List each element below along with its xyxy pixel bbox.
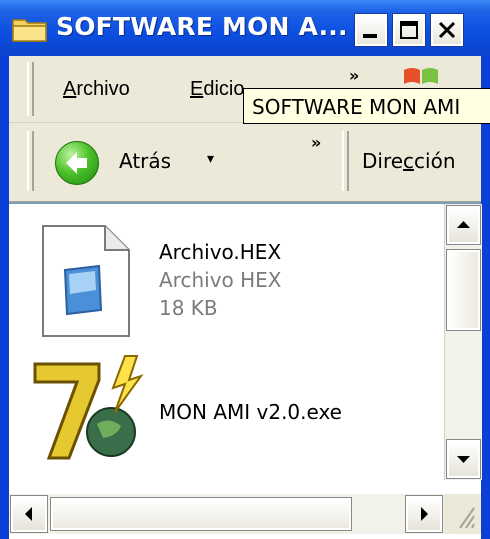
explorer-window: SOFTWARE MON A... Archivo Edicio » Atrás… <box>0 0 490 539</box>
arrow-left-icon <box>25 507 32 521</box>
client-area: Archivo Edicio » Atrás ▾ » Dirección Arc… <box>9 56 482 539</box>
title-tooltip: SOFTWARE MON AMI <box>243 88 490 124</box>
scroll-up-button[interactable] <box>446 205 481 245</box>
file-list: Archivo.HEX Archivo HEX 18 KB MON AMI v2… <box>9 202 482 539</box>
resize-grip[interactable] <box>444 494 481 534</box>
window-title: SOFTWARE MON A... <box>56 12 348 41</box>
menubar-grip[interactable] <box>27 62 34 116</box>
close-icon <box>438 21 456 39</box>
arrow-down-icon <box>457 456 470 463</box>
back-label: Atrás <box>119 149 172 173</box>
menu-archivo[interactable]: Archivo <box>63 78 130 101</box>
vertical-scrollbar[interactable] <box>444 204 482 480</box>
file-size: 18 KB <box>159 296 218 320</box>
toolbar-grip[interactable] <box>27 131 34 191</box>
back-arrow-icon <box>55 141 99 185</box>
vertical-scroll-thumb[interactable] <box>446 249 481 331</box>
maximize-button[interactable] <box>392 13 426 47</box>
scroll-right-button[interactable] <box>405 495 443 533</box>
menu-archivo-accel: A <box>63 78 77 100</box>
file-type: Archivo HEX <box>159 268 282 292</box>
minimize-icon <box>363 34 377 38</box>
address-label[interactable]: Dirección <box>362 149 456 173</box>
hex-document-icon <box>42 225 130 337</box>
maximize-icon <box>400 21 418 39</box>
horizontal-scroll-thumb[interactable] <box>50 497 352 531</box>
back-dropdown-arrow[interactable]: ▾ <box>207 151 214 167</box>
exe-app-icon <box>33 355 144 460</box>
menu-edicion[interactable]: Edicio <box>190 78 244 101</box>
menu-chevron[interactable]: » <box>349 66 359 85</box>
scroll-down-button[interactable] <box>446 439 481 479</box>
arrow-right-icon <box>421 507 428 521</box>
file-name: MON AMI v2.0.exe <box>159 400 342 424</box>
scroll-left-button[interactable] <box>10 495 48 533</box>
standard-toolbar: Atrás ▾ » Dirección <box>9 123 481 202</box>
address-label-pre: Dire <box>362 149 404 173</box>
title-bar[interactable]: SOFTWARE MON A... <box>0 0 490 56</box>
folder-icon <box>12 19 47 42</box>
address-label-post: ción <box>414 149 456 173</box>
menu-edicion-accel: E <box>190 78 204 100</box>
address-label-accel: c <box>403 149 415 173</box>
toolbar-chevron[interactable]: » <box>311 133 321 152</box>
arrow-up-icon <box>457 221 470 228</box>
horizontal-scrollbar[interactable] <box>9 494 444 534</box>
file-name: Archivo.HEX <box>159 240 282 264</box>
menu-archivo-label: rchivo <box>76 78 130 100</box>
address-grip[interactable] <box>342 131 349 191</box>
resize-grip-icon <box>459 507 475 529</box>
close-button[interactable] <box>430 13 464 47</box>
minimize-button[interactable] <box>354 13 388 47</box>
menu-edicion-label: dicio <box>203 78 245 100</box>
